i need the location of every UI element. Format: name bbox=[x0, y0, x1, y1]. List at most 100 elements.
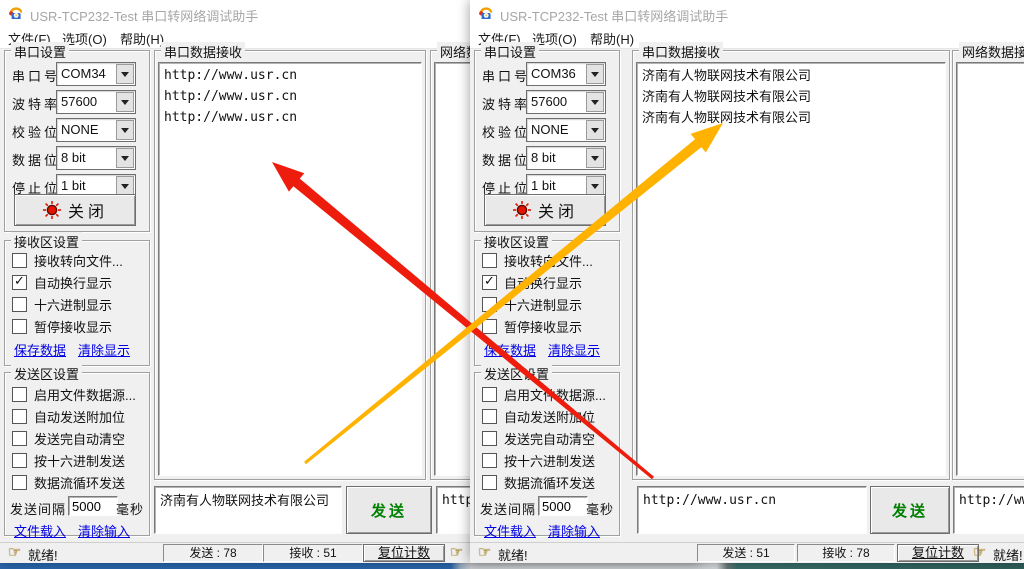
checkbox[interactable] bbox=[12, 297, 27, 312]
group-label: 发送区设置 bbox=[11, 364, 82, 383]
checkbox-clear-after-send[interactable]: 发送完自动清空 bbox=[12, 430, 125, 446]
titlebar[interactable]: USR-TCP232-Test 串口转网络调试助手 bbox=[470, 0, 1024, 26]
checkbox-auto-newline[interactable]: 自动换行显示 bbox=[12, 274, 112, 290]
chevron-down-icon[interactable] bbox=[116, 176, 134, 196]
rx-line: http://www.usr.cn bbox=[159, 86, 421, 107]
parity-select[interactable]: NONE bbox=[526, 118, 606, 142]
data-bits-label: 数据位 bbox=[12, 150, 60, 169]
checkbox-auto-send-append[interactable]: 自动发送附加位 bbox=[482, 408, 595, 424]
received-count: 接收 : 78 bbox=[797, 544, 895, 562]
led-red-icon bbox=[512, 200, 532, 220]
checkbox[interactable] bbox=[482, 387, 497, 402]
clear-display-link[interactable]: 清除显示 bbox=[548, 340, 600, 359]
checkbox-clear-after-send[interactable]: 发送完自动清空 bbox=[482, 430, 595, 446]
sent-count: 发送 : 78 bbox=[163, 544, 263, 562]
file-load-link[interactable]: 文件载入 bbox=[14, 521, 66, 540]
send-button[interactable]: 发送 bbox=[346, 486, 432, 534]
pointing-hand-icon: ☞ bbox=[973, 543, 986, 561]
checkbox-send-as-hex[interactable]: 按十六进制发送 bbox=[12, 452, 125, 468]
checkbox[interactable] bbox=[12, 387, 27, 402]
serial-send-input[interactable]: http://www.usr.cn bbox=[637, 486, 867, 534]
chevron-down-icon[interactable] bbox=[586, 92, 604, 112]
checkbox-pause-receive[interactable]: 暂停接收显示 bbox=[12, 318, 112, 334]
chevron-down-icon[interactable] bbox=[586, 120, 604, 140]
checkbox-loop-send[interactable]: 数据流循环发送 bbox=[12, 474, 125, 490]
parity-label: 校验位 bbox=[482, 122, 530, 141]
chevron-down-icon[interactable] bbox=[116, 120, 134, 140]
serial-send-input[interactable]: 济南有人物联网技术有限公司 bbox=[154, 486, 342, 534]
checkbox[interactable] bbox=[482, 275, 497, 290]
chevron-down-icon[interactable] bbox=[586, 64, 604, 84]
group-label: 发送区设置 bbox=[481, 364, 552, 383]
send-interval-input[interactable] bbox=[538, 496, 588, 516]
chevron-down-icon[interactable] bbox=[116, 92, 134, 112]
clear-input-link[interactable]: 清除输入 bbox=[548, 521, 600, 540]
data-bits-select[interactable]: 8 bit bbox=[56, 146, 136, 170]
baud-rate-select[interactable]: 57600 bbox=[526, 90, 606, 114]
chevron-down-icon[interactable] bbox=[116, 64, 134, 84]
received-count: 接收 : 51 bbox=[263, 544, 363, 562]
menu-help[interactable]: 帮助(H) bbox=[120, 29, 164, 48]
checkbox[interactable] bbox=[12, 253, 27, 268]
checkbox-send-as-hex[interactable]: 按十六进制发送 bbox=[482, 452, 595, 468]
serial-receive-area[interactable]: 济南有人物联网技术有限公司 济南有人物联网技术有限公司 济南有人物联网技术有限公… bbox=[636, 62, 946, 476]
checkbox[interactable] bbox=[482, 431, 497, 446]
checkbox-auto-send-append[interactable]: 自动发送附加位 bbox=[12, 408, 125, 424]
rx-line: http://www.usr.cn bbox=[159, 63, 421, 86]
checkbox-file-data-source[interactable]: 启用文件数据源... bbox=[12, 386, 136, 402]
network-receive-area[interactable] bbox=[956, 62, 1024, 476]
checkbox[interactable] bbox=[482, 453, 497, 468]
checkbox-pause-receive[interactable]: 暂停接收显示 bbox=[482, 318, 582, 334]
serial-port-select[interactable]: COM34 bbox=[56, 62, 136, 86]
checkbox-hex-display[interactable]: 十六进制显示 bbox=[12, 296, 112, 312]
parity-select[interactable]: NONE bbox=[56, 118, 136, 142]
serial-port-select[interactable]: COM36 bbox=[526, 62, 606, 86]
close-port-button[interactable]: 关闭 bbox=[484, 194, 606, 226]
save-data-link[interactable]: 保存数据 bbox=[484, 340, 536, 359]
checkbox-auto-newline[interactable]: 自动换行显示 bbox=[482, 274, 582, 290]
clear-display-link[interactable]: 清除显示 bbox=[78, 340, 130, 359]
status-ready-network: 就绪! bbox=[993, 545, 1023, 564]
pointing-hand-icon: ☞ bbox=[450, 543, 463, 561]
file-load-link[interactable]: 文件载入 bbox=[484, 521, 536, 540]
data-bits-select[interactable]: 8 bit bbox=[526, 146, 606, 170]
reset-count-button[interactable]: 复位计数 bbox=[363, 544, 445, 562]
checkbox[interactable] bbox=[482, 297, 497, 312]
send-button[interactable]: 发送 bbox=[870, 486, 950, 534]
checkbox[interactable] bbox=[12, 409, 27, 424]
serial-port-label: 串口号 bbox=[482, 66, 530, 85]
save-data-link[interactable]: 保存数据 bbox=[14, 340, 66, 359]
chevron-down-icon[interactable] bbox=[116, 148, 134, 168]
checkbox[interactable] bbox=[482, 253, 497, 268]
chevron-down-icon[interactable] bbox=[586, 176, 604, 196]
send-interval-input[interactable] bbox=[68, 496, 118, 516]
group-label: 网络数据接收 bbox=[959, 42, 1024, 61]
clear-input-link[interactable]: 清除输入 bbox=[78, 521, 130, 540]
checkbox[interactable] bbox=[12, 275, 27, 290]
checkbox[interactable] bbox=[482, 319, 497, 334]
network-send-input[interactable]: http://www.u bbox=[953, 486, 1024, 534]
checkbox-receive-to-file[interactable]: 接收转向文件... bbox=[482, 252, 593, 268]
checkbox-file-data-source[interactable]: 启用文件数据源... bbox=[482, 386, 606, 402]
send-interval-label: 发送间隔 bbox=[10, 499, 66, 518]
pointing-hand-icon: ☞ bbox=[478, 543, 491, 561]
checkbox[interactable] bbox=[12, 453, 27, 468]
checkbox[interactable] bbox=[12, 431, 27, 446]
menu-help[interactable]: 帮助(H) bbox=[590, 29, 634, 48]
rx-line: http://www.usr.cn bbox=[159, 107, 421, 128]
baud-rate-select[interactable]: 57600 bbox=[56, 90, 136, 114]
checkbox-loop-send[interactable]: 数据流循环发送 bbox=[482, 474, 595, 490]
status-ready: 就绪! bbox=[28, 545, 58, 564]
checkbox[interactable] bbox=[12, 475, 27, 490]
checkbox-receive-to-file[interactable]: 接收转向文件... bbox=[12, 252, 123, 268]
checkbox[interactable] bbox=[482, 409, 497, 424]
checkbox[interactable] bbox=[12, 319, 27, 334]
serial-receive-area[interactable]: http://www.usr.cn http://www.usr.cn http… bbox=[158, 62, 422, 476]
chevron-down-icon[interactable] bbox=[586, 148, 604, 168]
close-port-button[interactable]: 关闭 bbox=[14, 194, 136, 226]
checkbox-hex-display[interactable]: 十六进制显示 bbox=[482, 296, 582, 312]
checkbox[interactable] bbox=[482, 475, 497, 490]
reset-count-button[interactable]: 复位计数 bbox=[897, 544, 979, 562]
status-ready: 就绪! bbox=[498, 545, 528, 564]
rx-line: 济南有人物联网技术有限公司 bbox=[637, 86, 945, 107]
